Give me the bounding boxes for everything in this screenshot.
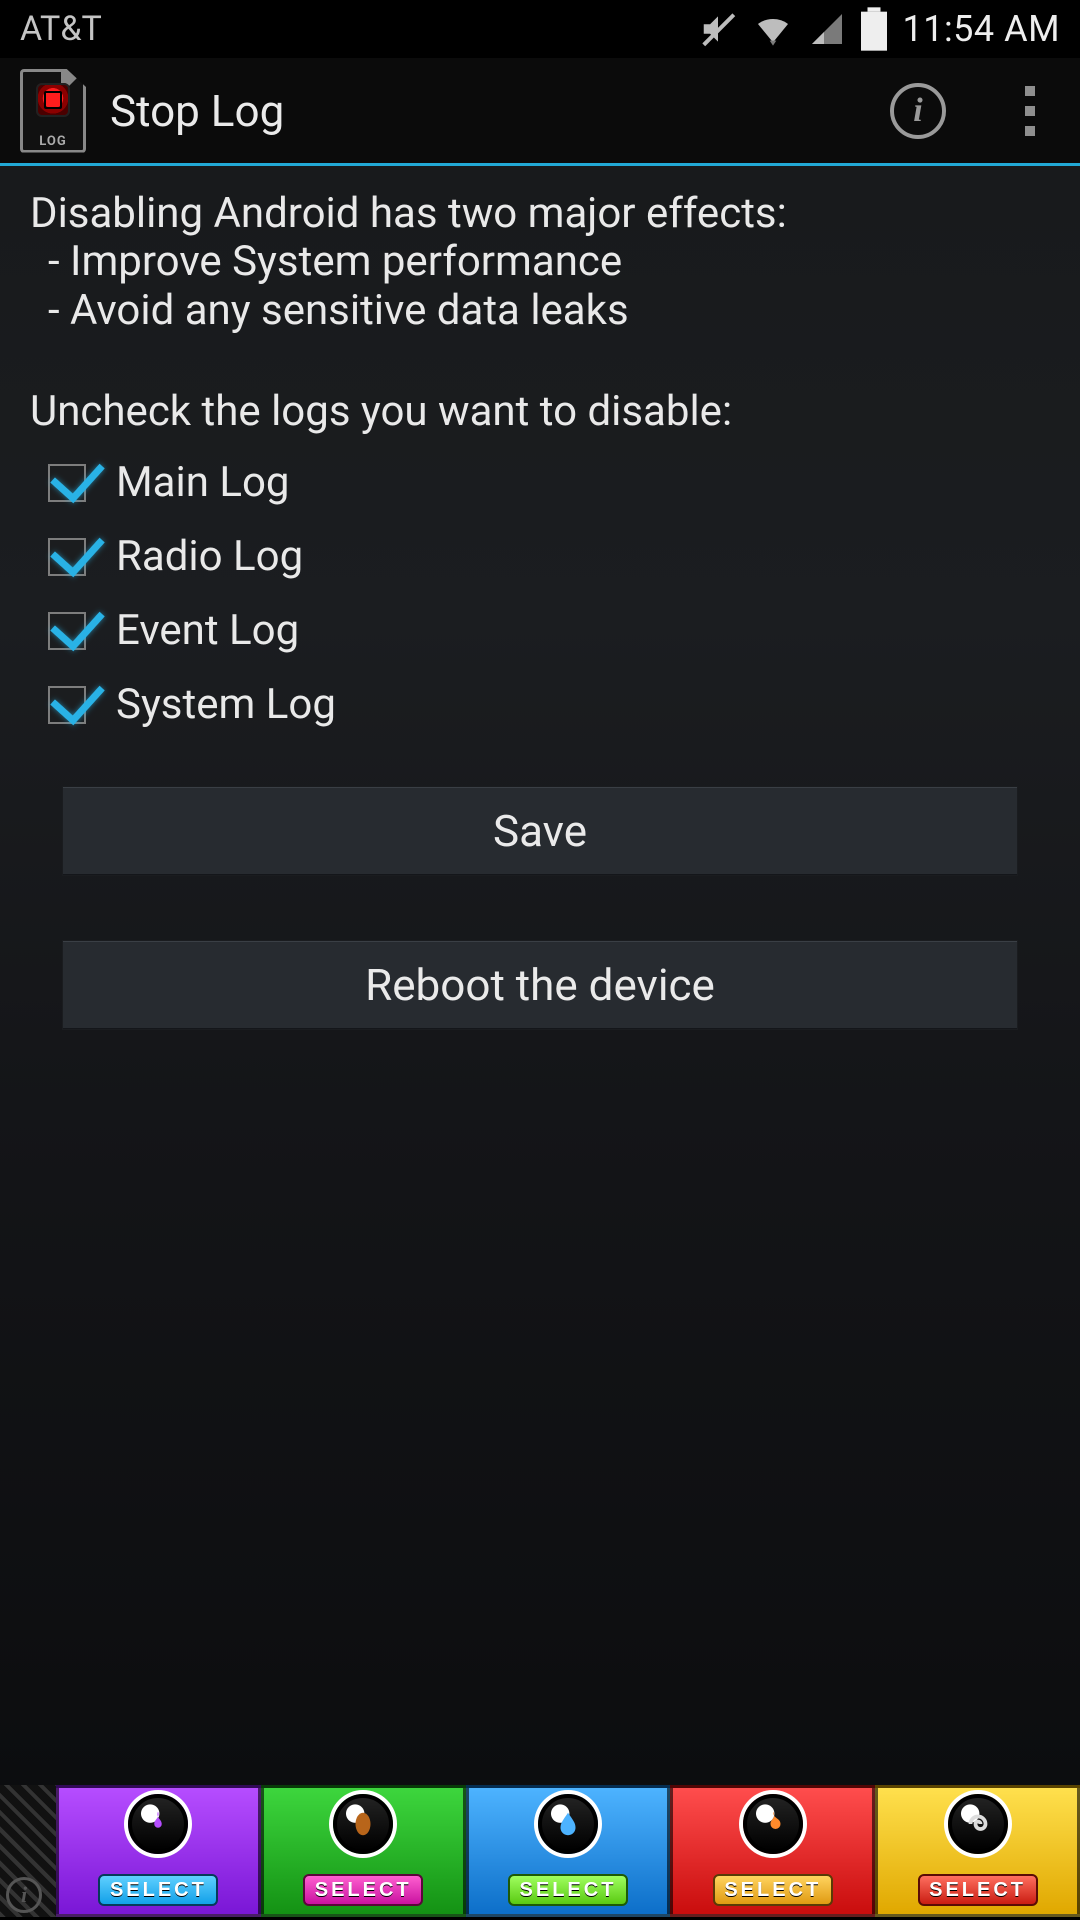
check-event-log[interactable]: Event Log [48,594,1080,668]
app-icon[interactable]: LOG [18,67,88,155]
check-label: System Log [116,680,336,729]
leaf-icon [333,1794,393,1854]
ad-tile-purple[interactable]: SELECT [56,1785,261,1917]
ad-tiles: SELECT SELECT SELECT SELECT SELECT [56,1785,1080,1917]
checkbox-radio-log[interactable] [48,538,86,576]
instruction-text: Uncheck the logs you want to disable: [0,335,1080,436]
check-system-log[interactable]: System Log [48,668,1080,742]
carrier-label: AT&T [20,9,102,49]
checkbox-system-log[interactable] [48,686,86,724]
select-button[interactable]: SELECT [508,1874,628,1906]
check-label: Event Log [116,606,299,655]
ad-tile-green[interactable]: SELECT [261,1785,466,1917]
reboot-button[interactable]: Reboot the device [62,940,1018,1030]
check-radio-log[interactable]: Radio Log [48,520,1080,594]
checkbox-event-log[interactable] [48,612,86,650]
select-button[interactable]: SELECT [713,1874,833,1906]
check-label: Main Log [116,458,290,507]
wifi-icon [753,9,793,49]
check-label: Radio Log [116,532,303,581]
select-button[interactable]: SELECT [303,1874,423,1906]
bullet-1: - Improve System performance [30,238,1050,286]
bullet-2: - Avoid any sensitive data leaks [30,287,1050,335]
signal-icon [809,11,845,47]
swirl-icon [948,1794,1008,1854]
status-icons: 11:54 AM [699,7,1061,51]
headline-text: Disabling Android has two major effects: [30,190,1050,238]
clock-label: 11:54 AM [903,8,1061,50]
select-button[interactable]: SELECT [98,1874,218,1906]
ad-banner[interactable]: i SELECT SELECT SELECT SELECT [0,1785,1080,1917]
checkbox-main-log[interactable] [48,464,86,502]
ad-tile-blue[interactable]: SELECT [466,1785,671,1917]
ad-tile-yellow[interactable]: SELECT [875,1785,1080,1917]
checklist: Main Log Radio Log Event Log System Log [0,436,1080,742]
check-main-log[interactable]: Main Log [48,446,1080,520]
page-title: Stop Log [110,85,868,137]
save-button[interactable]: Save [62,786,1018,876]
action-bar: LOG Stop Log i [0,58,1080,166]
overflow-menu-icon[interactable] [1018,86,1042,136]
select-button[interactable]: SELECT [918,1874,1038,1906]
ad-info-icon[interactable]: i [6,1877,42,1913]
battery-icon [861,7,887,51]
fire-icon [743,1794,803,1854]
content-area: Disabling Android has two major effects:… [0,166,1080,1785]
ad-tile-red[interactable]: SELECT [670,1785,875,1917]
info-icon[interactable]: i [890,83,946,139]
flame-icon [128,1794,188,1854]
mute-icon [699,10,737,48]
status-bar: AT&T 11:54 AM [0,0,1080,58]
water-drop-icon [538,1794,598,1854]
